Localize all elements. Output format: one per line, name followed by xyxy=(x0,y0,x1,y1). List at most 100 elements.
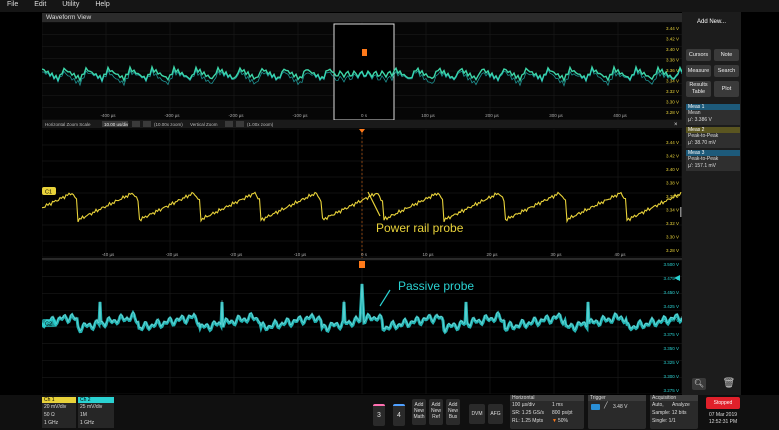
meas-1-badge[interactable]: Meas 1 Mean µ': 3.386 V xyxy=(686,104,740,125)
meas-3-badge[interactable]: Meas 3 Peak-to-Peak µ': 157.1 mV xyxy=(686,150,740,171)
acquisition-settings-badge[interactable]: Acquisition Auto, Analyze Sample: 12 bits… xyxy=(650,395,698,429)
date-display: 07 Mar 2019 xyxy=(708,412,738,418)
ch1-bandwidth: 1 GHz xyxy=(44,420,59,426)
dvm-button[interactable]: DVM xyxy=(469,404,485,424)
ch1-termination: 50 Ω xyxy=(44,412,55,418)
horizontal-scale: 100 µs/div xyxy=(512,402,535,408)
run-stop-button[interactable]: Stopped xyxy=(706,397,740,409)
menu-file[interactable]: File xyxy=(0,0,25,9)
meas-2-value: µ': 38.70 mV xyxy=(688,140,717,146)
results-table-button[interactable]: Results Table xyxy=(686,81,711,97)
ch2-y-tick: 3.350 V xyxy=(663,346,679,351)
zoom-icon[interactable]: 🔍︎ xyxy=(692,378,706,390)
ch1-y-tick: 3.32 V xyxy=(666,221,679,226)
cursors-button[interactable]: Cursors xyxy=(686,49,711,61)
trigger-source-icon xyxy=(591,404,600,410)
overview-y-tick: 3.30 V xyxy=(666,100,679,105)
ch1-x-tick: -40 µs xyxy=(102,252,115,257)
ch2-scale: 25 mV/div xyxy=(80,404,103,410)
power-rail-probe-label: Power rail probe xyxy=(376,221,464,235)
menu-utility[interactable]: Utility xyxy=(55,0,86,9)
ch2-y-tick: 3.375 V xyxy=(663,332,679,337)
afg-button[interactable]: AFG xyxy=(488,404,503,424)
measure-button[interactable]: Measure xyxy=(686,65,711,77)
ch1-y-tick: 3.30 V xyxy=(666,235,679,240)
overview-y-tick: 3.44 V xyxy=(666,26,679,31)
vzoom-step-up[interactable] xyxy=(236,121,244,127)
search-button[interactable]: Search xyxy=(714,65,739,77)
vertical-zoom-label: Vertical Zoom xyxy=(190,122,218,127)
horizontal-record-length: RL: 1.25 Mpts xyxy=(512,418,544,424)
ch2-y-tick: 3.500 V xyxy=(663,262,679,267)
ch2-termination: 1M xyxy=(80,412,87,418)
ch2-y-tick: 3.450 V xyxy=(663,290,679,295)
ch1-settings-badge[interactable]: Ch 1 20 mV/div 50 Ω 1 GHz xyxy=(42,397,76,428)
passive-probe-label: Passive probe xyxy=(398,279,474,293)
vzoom-step-down[interactable] xyxy=(225,121,233,127)
ch4-button[interactable]: 4 xyxy=(393,404,405,426)
ch1-x-tick: -10 µs xyxy=(294,252,307,257)
overview-x-tick: 0 s xyxy=(361,113,368,118)
ch3-button[interactable]: 3 xyxy=(373,404,385,426)
menu-bar: File Edit Utility Help xyxy=(0,0,779,12)
meas-1-value: µ': 3.386 V xyxy=(688,117,712,123)
horizontal-zoom-label: Horizontal Zoom Scale xyxy=(45,122,91,127)
horizontal-zoom-factor: (10.00x zoom) xyxy=(154,122,183,127)
ch2-y-tick: 3.325 V xyxy=(663,360,679,365)
overview-x-tick: -200 µs xyxy=(228,113,244,118)
trigger-settings-badge[interactable]: Trigger ╱ 3.48 V xyxy=(588,395,646,429)
meas-3-name: Peak-to-Peak xyxy=(688,156,719,162)
meas-2-badge[interactable]: Meas 2 Peak-to-Peak µ': 38.70 mV xyxy=(686,127,740,148)
add-new-bus-button[interactable]: Add New Bus xyxy=(446,399,460,425)
meas-1-name: Mean xyxy=(688,110,701,116)
ch2-y-tick: 3.300 V xyxy=(663,374,679,379)
menu-edit[interactable]: Edit xyxy=(27,0,53,9)
ch2-y-tick: 3.425 V xyxy=(663,304,679,309)
horizontal-settings-badge[interactable]: Horizontal 100 µs/div 1 ms SR: 1.25 GS/s 8… xyxy=(510,395,584,429)
add-new-title: Add New... xyxy=(682,12,741,34)
acquisition-sample: Sample: 12 bits xyxy=(652,410,687,416)
overview-x-tick: -400 µs xyxy=(100,113,116,118)
zoom-step-up[interactable] xyxy=(143,121,151,127)
overview-y-tick: 3.40 V xyxy=(666,47,679,52)
plot-button[interactable]: Plot xyxy=(714,81,739,97)
horizontal-position: 50% xyxy=(558,418,569,424)
horizontal-resolution: 800 ps/pt xyxy=(552,410,573,416)
add-new-math-button[interactable]: Add New Math xyxy=(412,399,426,425)
trigger-position-icon: ▼ xyxy=(552,418,557,424)
rising-edge-icon: ╱ xyxy=(604,403,608,409)
ch1-y-tick: 3.34 V xyxy=(666,208,679,213)
ch2-bandwidth: 1 GHz xyxy=(80,420,95,426)
trigger-marker-overview[interactable] xyxy=(362,49,367,56)
close-zoom-icon[interactable]: × xyxy=(674,122,678,128)
overview-y-tick: 3.36 V xyxy=(666,68,679,73)
acquisition-analyze: Analyze xyxy=(672,402,690,408)
overview-y-tick: 3.28 V xyxy=(666,110,679,115)
ch2-y-tick: 3.400 V xyxy=(663,318,679,323)
meas-3-value: µ': 157.1 mV xyxy=(688,163,717,169)
ch1-y-tick: 3.28 V xyxy=(666,248,679,253)
overview-x-tick: 200 µs xyxy=(485,113,499,118)
ch1-y-tick: 3.44 V xyxy=(666,140,679,145)
ch1-marker-label: C1 xyxy=(45,190,52,196)
trigger-marker-ch2[interactable] xyxy=(359,261,365,268)
ch1-x-tick: 0 s xyxy=(361,252,368,257)
overview-x-tick: 400 µs xyxy=(613,113,627,118)
vertical-zoom-factor: (1.00x zoom) xyxy=(247,122,274,127)
ch1-scale: 20 mV/div xyxy=(44,404,67,410)
waveform-display[interactable]: -400 µs -300 µs -200 µs -100 µs 0 s 100 µs 200… xyxy=(42,22,682,394)
overview-y-tick: 3.32 V xyxy=(666,89,679,94)
zoom-step-down[interactable] xyxy=(132,121,140,127)
overview-x-tick: -100 µs xyxy=(292,113,308,118)
overview-y-tick: 3.34 V xyxy=(666,79,679,84)
add-new-ref-button[interactable]: Add New Ref xyxy=(429,399,443,425)
zoom-window[interactable] xyxy=(333,23,395,121)
acquisition-mode: Auto, xyxy=(652,402,664,408)
trash-icon[interactable]: 🗑︎ xyxy=(722,377,736,390)
note-button[interactable]: Note xyxy=(714,49,739,61)
ch2-settings-badge[interactable]: Ch 2 25 mV/div 1M 1 GHz xyxy=(78,397,114,428)
ch1-y-tick: 3.42 V xyxy=(666,154,679,159)
menu-help[interactable]: Help xyxy=(88,0,116,9)
overview-x-tick: 100 µs xyxy=(421,113,435,118)
ch1-x-tick: 10 µs xyxy=(422,252,434,257)
